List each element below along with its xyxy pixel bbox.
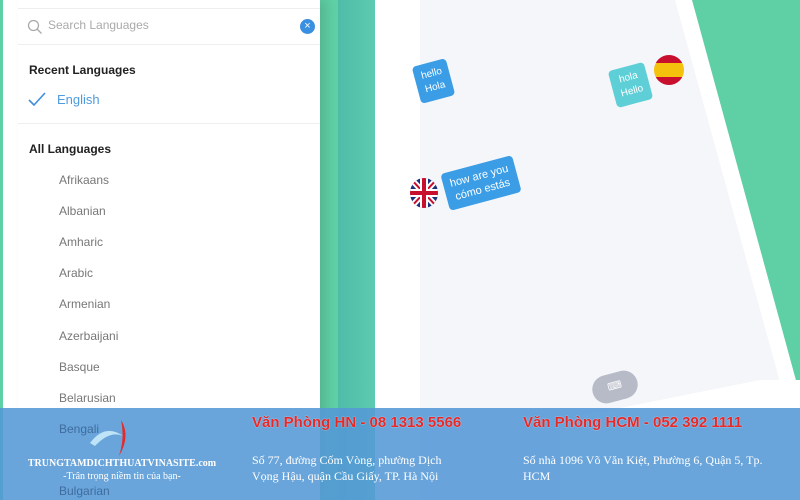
search-bar: ×: [18, 8, 320, 45]
language-item[interactable]: Amharic: [59, 235, 103, 249]
language-item[interactable]: Albanian: [59, 204, 106, 218]
language-item[interactable]: Basque: [59, 360, 100, 374]
all-languages-heading: All Languages: [29, 142, 112, 156]
search-icon: [27, 19, 42, 34]
hn-office-title: Văn Phòng HN - 08 1313 5566: [252, 414, 462, 431]
recent-languages-heading: Recent Languages: [29, 63, 136, 77]
brand-slogan: -Trân trọng niềm tin của bạn-: [63, 471, 181, 482]
recent-language-english[interactable]: English: [28, 90, 228, 110]
language-item[interactable]: Afrikaans: [59, 173, 109, 187]
keyboard-icon: ⌨: [606, 379, 624, 394]
divider: [18, 123, 320, 124]
brand-name: TRUNGTAMDICHTHUATVINASITE.com: [27, 458, 217, 469]
uk-flag-icon: [410, 178, 438, 208]
language-item[interactable]: Bulgarian: [59, 484, 110, 498]
language-item[interactable]: Armenian: [59, 297, 110, 311]
language-label: English: [57, 92, 100, 107]
clear-search-icon[interactable]: ×: [300, 19, 315, 34]
language-item[interactable]: Azerbaijani: [59, 329, 118, 343]
hcm-office-address: Số nhà 1096 Võ Văn Kiệt, Phường 6, Quận …: [523, 453, 763, 483]
hcm-office-title: Văn Phòng HCM - 052 392 1111: [523, 414, 743, 431]
language-item[interactable]: Belarusian: [59, 391, 116, 405]
checkmark-icon: [28, 92, 46, 106]
language-item[interactable]: Bengali: [59, 422, 99, 436]
spain-flag-icon: [654, 55, 684, 85]
search-input[interactable]: [48, 18, 288, 32]
hn-office-address: Số 77, đường Cốm Vòng, phường Dịch Vọng …: [252, 453, 442, 483]
language-item[interactable]: Arabic: [59, 266, 93, 280]
